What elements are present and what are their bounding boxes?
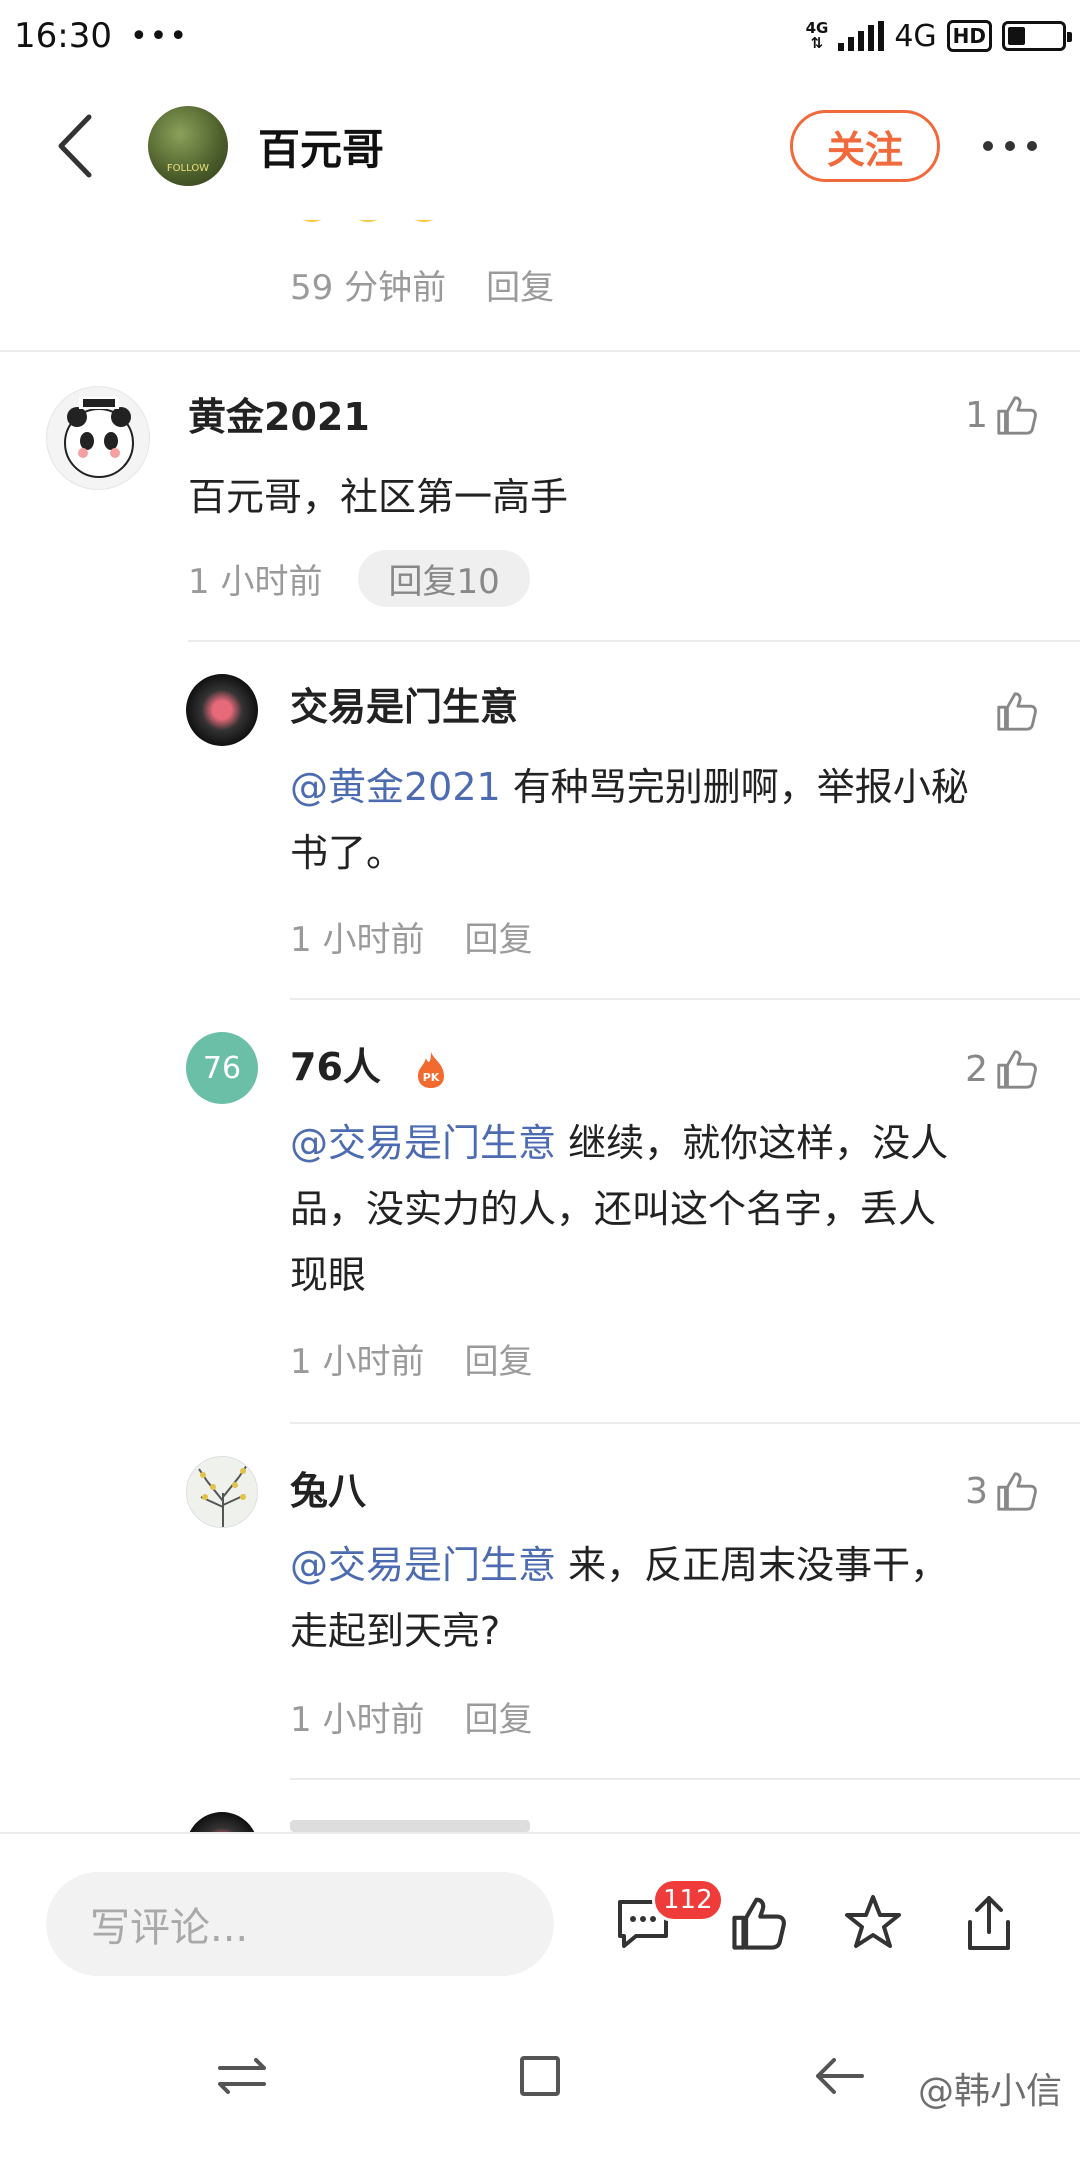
- signal-icon: [838, 21, 885, 51]
- partial-username: [290, 1820, 530, 1832]
- reply-time: 1 小时前: [290, 920, 425, 960]
- thumbs-up-icon: [997, 1472, 1037, 1511]
- like-count: 1: [965, 394, 988, 436]
- comment-count-badge: 112: [652, 1878, 724, 1922]
- like-button[interactable]: 3: [965, 1468, 1040, 1514]
- divider: [0, 350, 1080, 352]
- view-replies-button[interactable]: 回复10: [358, 550, 530, 607]
- status-dots: •••: [129, 18, 190, 54]
- network-label: 4G: [894, 18, 937, 54]
- battery-icon: [1002, 21, 1072, 51]
- comment-username[interactable]: 黄金2021: [188, 386, 370, 441]
- thumbs-up-icon: [997, 692, 1037, 731]
- header-avatar[interactable]: [148, 106, 228, 186]
- reply-button[interactable]: 回复: [486, 260, 554, 309]
- reply-time: 1 小时前: [290, 1700, 425, 1740]
- reply-text-line: 走起到天亮?: [290, 1609, 501, 1653]
- reply-username[interactable]: 76人: [290, 1045, 381, 1089]
- data-arrows-icon: ⇅: [810, 34, 824, 52]
- panda-avatar-icon: [64, 397, 134, 478]
- reply-text-line: 有种骂完别删啊，举报小秘: [500, 765, 969, 809]
- divider: [188, 640, 1080, 642]
- like-button[interactable]: 2: [965, 1046, 1040, 1092]
- tree-avatar-icon: [198, 1464, 248, 1527]
- divider: [290, 1778, 1080, 1780]
- avatar[interactable]: [186, 1456, 258, 1528]
- bottom-action-bar: 写评论... 112: [0, 1832, 1080, 1992]
- back-nav-icon[interactable]: [810, 2046, 870, 2106]
- comment-time: 59 分钟前: [290, 268, 447, 308]
- partial-comment-meta: 59 分钟前 回复: [290, 260, 554, 309]
- status-time: 16:30: [14, 16, 112, 56]
- reply-button[interactable]: 回复: [464, 912, 532, 961]
- system-nav-bar: @韩小信: [0, 1992, 1080, 2160]
- like-button[interactable]: [988, 688, 1040, 734]
- thumbs-up-icon: [997, 1050, 1037, 1089]
- network-small-indicator: 4G ⇅: [806, 21, 829, 51]
- reply-text-line: 书了。: [290, 831, 405, 875]
- avatar[interactable]: [186, 674, 258, 746]
- reply-text-line: 继续，就你这样，没人: [556, 1121, 949, 1165]
- header: 百元哥 关注: [0, 72, 1080, 220]
- more-options-icon[interactable]: [940, 72, 1080, 220]
- comment-time: 1 小时前: [188, 562, 323, 602]
- watermark: @韩小信: [917, 2071, 1062, 2112]
- reply-text: @黄金2021 有种骂完别删啊，举报小秘 书了。: [290, 754, 1050, 886]
- reply-text-line: 品，没实力的人，还叫这个名字，丢人: [290, 1187, 937, 1231]
- mention-link[interactable]: @黄金2021: [290, 765, 501, 809]
- home-square-icon[interactable]: [510, 2046, 570, 2106]
- back-button[interactable]: [0, 72, 150, 220]
- reply-button[interactable]: 回复: [464, 1692, 532, 1741]
- svg-text:PK: PK: [423, 1071, 440, 1084]
- thumbs-up-icon: [997, 396, 1037, 435]
- page-title: 百元哥: [258, 124, 385, 174]
- reply-button[interactable]: 回复: [464, 1334, 532, 1383]
- avatar[interactable]: [186, 1812, 258, 1832]
- like-icon[interactable]: [728, 1892, 790, 1954]
- like-button[interactable]: 1: [965, 392, 1040, 438]
- comment-input[interactable]: 写评论...: [46, 1872, 554, 1976]
- follow-button[interactable]: 关注: [790, 110, 940, 182]
- reply-username[interactable]: 交易是门生意: [290, 676, 518, 731]
- avatar[interactable]: 76: [186, 1032, 258, 1104]
- share-icon[interactable]: [958, 1892, 1020, 1954]
- reply-text: @交易是门生意 继续，就你这样，没人 品，没实力的人，还叫这个名字，丢人 现眼: [290, 1110, 1050, 1308]
- reply-meta: 1 小时前 回复: [290, 1692, 532, 1741]
- back-arrow-icon: [58, 114, 92, 178]
- reply-time: 1 小时前: [290, 1342, 425, 1382]
- reply-text-line: 来，反正周末没事干，: [556, 1543, 949, 1587]
- reply-meta: 1 小时前 回复: [290, 912, 532, 961]
- divider: [290, 998, 1080, 1000]
- recent-apps-switch-icon[interactable]: [212, 2046, 272, 2106]
- like-count: 2: [965, 1048, 988, 1090]
- reply-text-line: 现眼: [290, 1253, 367, 1297]
- mention-link[interactable]: @交易是门生意: [290, 1121, 556, 1165]
- comment-meta: 1 小时前 回复10: [188, 550, 530, 607]
- comment-text: 百元哥，社区第一高手: [188, 475, 569, 519]
- status-bar: 16:30 ••• 4G ⇅ 4G HD: [0, 0, 1080, 72]
- pk-flame-icon: PK: [418, 1051, 445, 1088]
- reply-username[interactable]: 兔八: [290, 1460, 366, 1515]
- like-count: 3: [965, 1470, 988, 1512]
- avatar[interactable]: [46, 386, 150, 490]
- mention-link[interactable]: @交易是门生意: [290, 1543, 556, 1587]
- reply-text: @交易是门生意 来，反正周末没事干， 走起到天亮?: [290, 1532, 1050, 1664]
- reply-meta: 1 小时前 回复: [290, 1334, 532, 1383]
- hd-icon: HD: [946, 20, 992, 52]
- divider: [290, 1422, 1080, 1424]
- reply-username-row: 76人 PK: [290, 1036, 448, 1091]
- comment-list[interactable]: 59 分钟前 回复 黄金2021 1 百元哥，社区第一高手 1 小时前 回复10…: [0, 200, 1080, 1832]
- favorite-star-icon[interactable]: [842, 1892, 904, 1954]
